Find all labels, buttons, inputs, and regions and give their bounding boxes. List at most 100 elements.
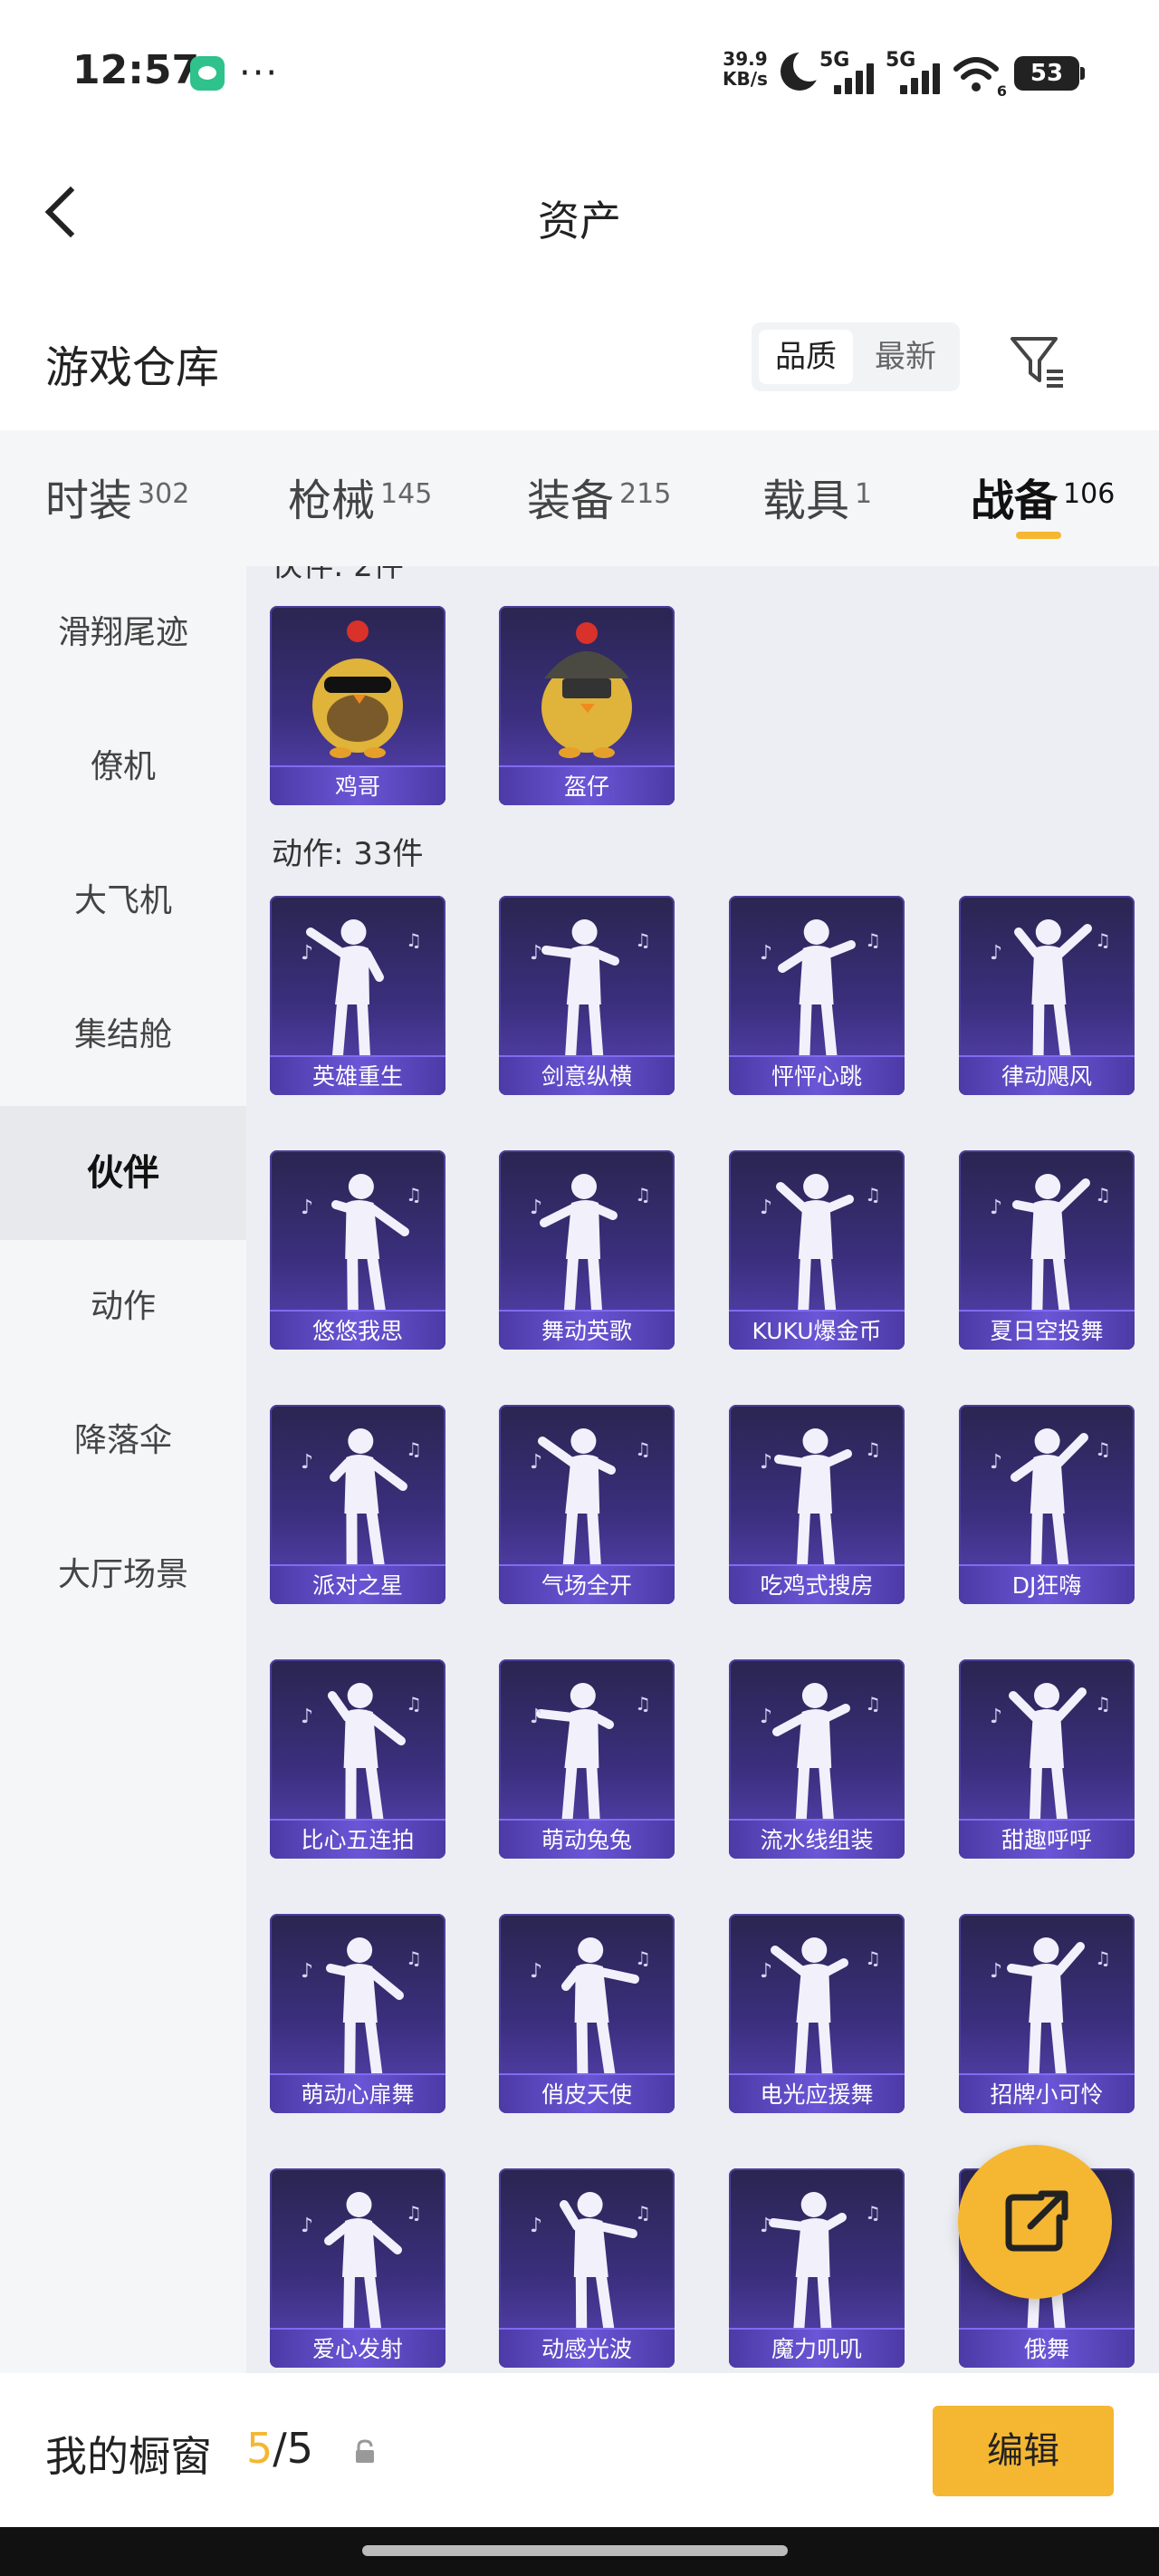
svg-text:♫: ♫ xyxy=(865,1438,881,1460)
action-card[interactable]: ♪ ♫ 气场全开 xyxy=(499,1405,675,1604)
bunny-dance-icon: ♪♫ xyxy=(530,1683,651,1821)
section-label-actions: 动作: 33件 xyxy=(272,836,424,872)
svg-text:♫: ♫ xyxy=(1095,1438,1111,1460)
action-card[interactable]: ♪ ♫ 英雄重生 xyxy=(270,896,445,1095)
action-card[interactable]: ♪ ♫ 剑意纵横 xyxy=(499,896,675,1095)
tab-count: 1 xyxy=(855,478,873,510)
svg-text:♪: ♪ xyxy=(530,1960,542,1983)
action-card[interactable]: ♪ ♫ 动感光波 xyxy=(499,2168,675,2368)
edit-button[interactable]: 编辑 xyxy=(933,2406,1114,2496)
thinking-dance-icon: ♪♫ xyxy=(301,1174,422,1312)
tab-battle-gear[interactable]: 战备 106 xyxy=(971,465,1115,537)
svg-text:♪: ♪ xyxy=(530,1706,542,1728)
filter-icon xyxy=(1011,337,1063,388)
sidebar-item-airplane[interactable]: 大飞机 xyxy=(0,834,246,968)
hero-rebirth-icon: ♪♫ xyxy=(301,919,422,1057)
tab-label: 载具 xyxy=(762,476,850,526)
light-wave-icon: ♪♫ xyxy=(530,2192,651,2330)
svg-text:♪: ♪ xyxy=(990,1706,1002,1728)
action-card[interactable]: ♪ ♫ 萌动兔兔 xyxy=(499,1659,675,1859)
svg-text:♫: ♫ xyxy=(635,1693,651,1715)
action-card[interactable]: ♪ ♫ 舞动英歌 xyxy=(499,1150,675,1350)
sidebar-item-glide-trail[interactable]: 滑翔尾迹 xyxy=(0,566,246,700)
warehouse-header: 游戏仓库 品质 最新 xyxy=(0,290,1159,426)
action-card[interactable]: ♪ ♫ 流水线组装 xyxy=(729,1659,905,1859)
tab-count: 302 xyxy=(138,478,190,510)
party-dance-icon: ♪♫ xyxy=(301,1428,422,1566)
item-name: 招牌小可怜 xyxy=(959,2073,1135,2113)
action-card[interactable]: ♪ ♫ DJ狂嗨 xyxy=(959,1405,1135,1604)
item-name: 律动飓风 xyxy=(959,1055,1135,1095)
tab-guns[interactable]: 枪械 145 xyxy=(288,465,432,537)
svg-text:♫: ♫ xyxy=(865,929,881,951)
rhythm-dance-icon: ♪♫ xyxy=(990,919,1111,1057)
sign-holding-icon: ♪♫ xyxy=(990,1937,1111,2075)
tab-fashion[interactable]: 时装 302 xyxy=(45,465,189,537)
item-name: 萌动心扉舞 xyxy=(270,2073,445,2113)
action-card[interactable]: ♪ ♫ 比心五连拍 xyxy=(270,1659,445,1859)
svg-text:♫: ♫ xyxy=(635,1947,651,1969)
item-name: 夏日空投舞 xyxy=(959,1310,1135,1350)
svg-text:♪: ♪ xyxy=(301,942,313,965)
share-button[interactable] xyxy=(958,2145,1112,2299)
external-link-icon xyxy=(1005,2190,1068,2252)
action-card[interactable]: ♪ ♫ 怦怦心跳 xyxy=(729,896,905,1095)
battery-icon: 53 xyxy=(1014,56,1085,91)
signal-sim2-icon: 5G xyxy=(886,49,940,94)
action-card[interactable]: ♪ ♫ 俏皮天使 xyxy=(499,1914,675,2113)
svg-text:♪: ♪ xyxy=(301,2215,313,2237)
tab-count: 145 xyxy=(380,478,433,510)
home-indicator[interactable] xyxy=(362,2545,788,2556)
dj-dance-icon: ♪♫ xyxy=(990,1428,1111,1566)
network-speed-value: 39.9 xyxy=(723,48,768,70)
filter-button[interactable] xyxy=(1005,330,1068,393)
sort-newest-button[interactable]: 最新 xyxy=(858,330,953,384)
page-title: 资产 xyxy=(538,197,621,245)
tab-vehicles[interactable]: 载具 1 xyxy=(762,465,872,537)
action-card[interactable]: ♪ ♫ 甜趣呼呼 xyxy=(959,1659,1135,1859)
do-not-disturb-icon xyxy=(781,49,826,91)
action-card[interactable]: ♪ ♫ 派对之星 xyxy=(270,1405,445,1604)
svg-text:♪: ♪ xyxy=(990,1960,1002,1983)
sort-toggle: 品质 最新 xyxy=(752,322,960,391)
sidebar-item-partner[interactable]: 伙伴 xyxy=(0,1106,246,1240)
partner-card[interactable]: 鸡哥 xyxy=(270,606,445,805)
item-name: 甜趣呼呼 xyxy=(959,1819,1135,1859)
action-card[interactable]: ♪ ♫ 招牌小可怜 xyxy=(959,1914,1135,2113)
angel-dance-icon: ♪♫ xyxy=(530,1937,651,2075)
warehouse-title: 游戏仓库 xyxy=(45,342,220,393)
lock-icon xyxy=(356,2439,374,2463)
signal-sim1-icon: 5G xyxy=(819,49,874,94)
action-card[interactable]: ♪ ♫ 电光应援舞 xyxy=(729,1914,905,2113)
action-card[interactable]: ♪ ♫ 吃鸡式搜房 xyxy=(729,1405,905,1604)
network-speed: 39.9 KB/s xyxy=(723,49,768,89)
svg-text:♫: ♫ xyxy=(865,1184,881,1206)
tab-equipment[interactable]: 装备 215 xyxy=(527,465,671,537)
action-card[interactable]: ♪ ♫ 悠悠我思 xyxy=(270,1150,445,1350)
item-name: 萌动兔兔 xyxy=(499,1819,675,1859)
item-name: 流水线组装 xyxy=(729,1819,905,1859)
sidebar-item-lobby-scene[interactable]: 大厅场景 xyxy=(0,1508,246,1642)
svg-text:♪: ♪ xyxy=(990,1197,1002,1219)
svg-text:♪: ♪ xyxy=(301,1197,313,1219)
glowstick-dance-icon: ♪♫ xyxy=(760,1937,881,2075)
sidebar-item-parachute[interactable]: 降落伞 xyxy=(0,1374,246,1508)
sort-quality-button[interactable]: 品质 xyxy=(759,330,853,384)
action-card[interactable]: ♪ ♫ 夏日空投舞 xyxy=(959,1150,1135,1350)
sidebar-item-assembly-pod[interactable]: 集结舱 xyxy=(0,968,246,1102)
action-card[interactable]: ♪ ♫ 魔力叽叽 xyxy=(729,2168,905,2368)
item-name: 怦怦心跳 xyxy=(729,1055,905,1095)
svg-text:♫: ♫ xyxy=(406,1947,422,1969)
item-grid: 伙伴: 2件 鸡哥 盔仔 动作: 33件 ♪ ♫ 英雄重生 ♪ ♫ 剑意纵横 ♪ ♫ 怦怦心跳 ♪… xyxy=(246,566,1159,2373)
sidebar-item-wingman[interactable]: 僚机 xyxy=(0,700,246,834)
showcase-title: 我的橱窗 xyxy=(45,2432,212,2481)
action-card[interactable]: ♪ ♫ 萌动心扉舞 xyxy=(270,1914,445,2113)
sidebar-item-actions[interactable]: 动作 xyxy=(0,1240,246,1374)
summer-dance-icon: ♪♫ xyxy=(990,1174,1111,1312)
wifi-icon: 6 xyxy=(953,54,1007,100)
partner-card[interactable]: 盔仔 xyxy=(499,606,675,805)
action-card[interactable]: ♪ ♫ 爱心发射 xyxy=(270,2168,445,2368)
action-card[interactable]: ♪ ♫ 律动飓风 xyxy=(959,896,1135,1095)
action-card[interactable]: ♪ ♫ KUKU爆金币 xyxy=(729,1150,905,1350)
svg-text:♪: ♪ xyxy=(990,942,1002,965)
